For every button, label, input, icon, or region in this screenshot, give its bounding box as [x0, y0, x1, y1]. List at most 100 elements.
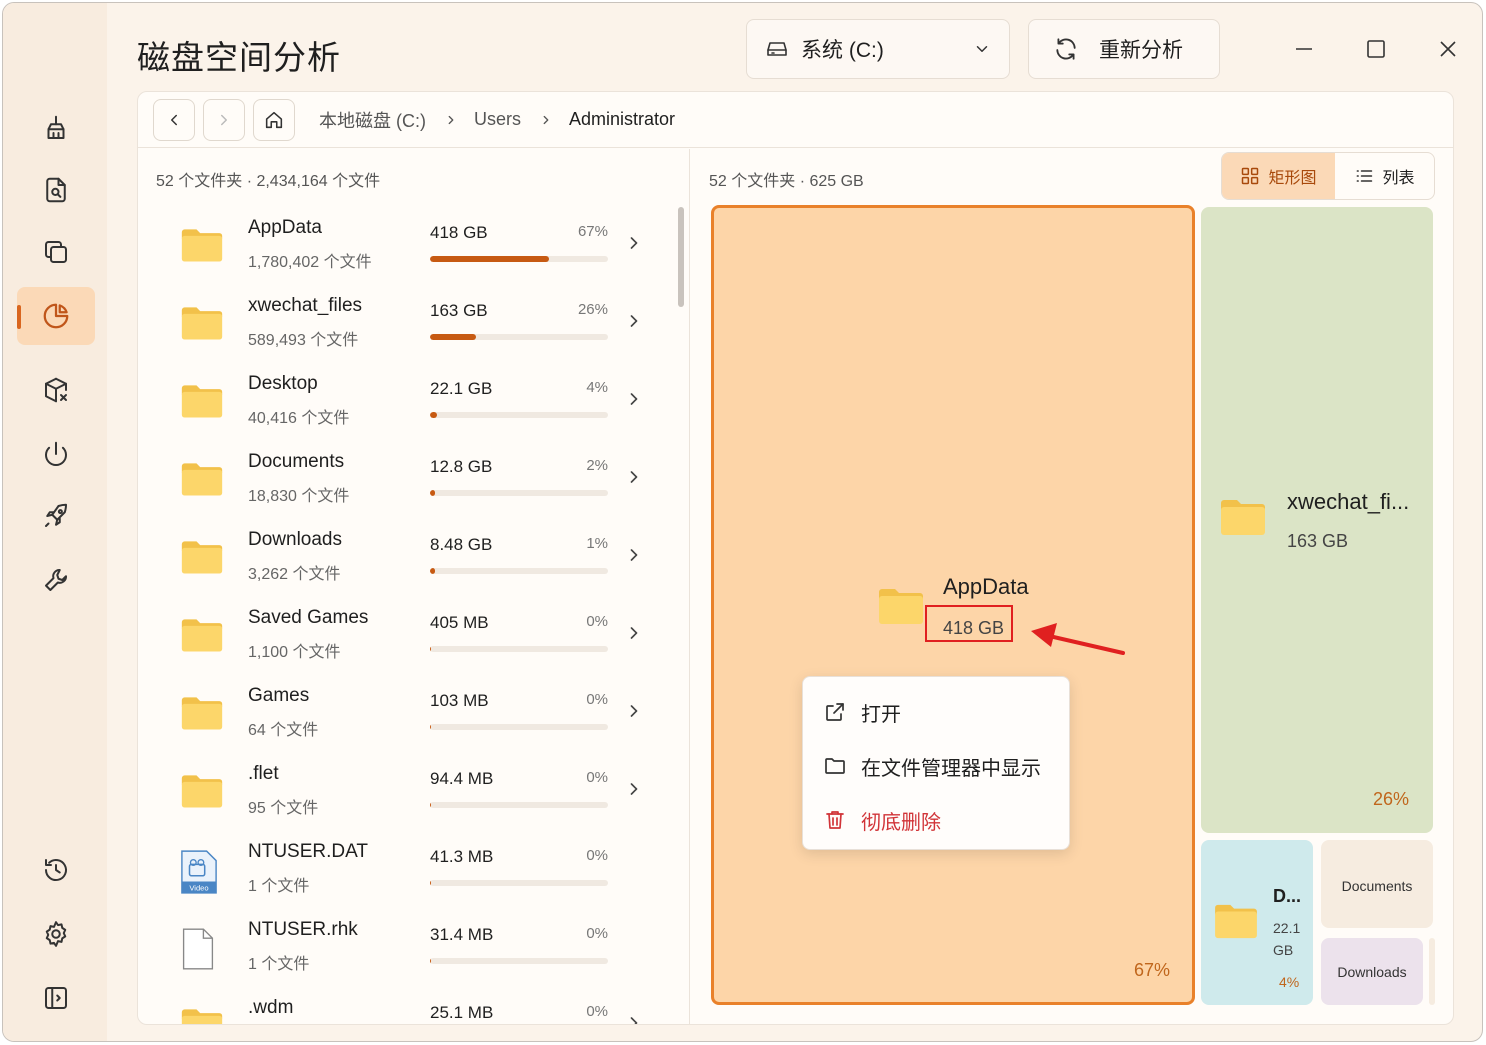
close-button[interactable] [1425, 27, 1471, 71]
item-size: 405 MB [430, 613, 489, 632]
hard-drive-icon [767, 42, 787, 56]
folder-icon [180, 459, 224, 503]
treemap-tile-documents[interactable]: Documents [1321, 840, 1433, 928]
forward-button[interactable] [203, 98, 245, 141]
item-size: 31.4 MB [430, 925, 494, 944]
app-title: 磁盘空间分析 [137, 39, 341, 76]
list-item[interactable]: .wdm 25.1 MB 0% [168, 997, 648, 1024]
sidebar-item-duplicates[interactable] [17, 223, 95, 281]
chevron-down-icon [976, 46, 988, 52]
breadcrumb-item-drive[interactable]: 本地磁盘 (C:) [319, 107, 426, 133]
sidebar-item-disk-analysis[interactable] [17, 287, 95, 345]
sidebar-item-cleanup[interactable] [17, 99, 95, 157]
item-file-count: 18,830 个文件 [248, 488, 350, 505]
chevron-right-icon [539, 113, 553, 127]
list-item[interactable]: AppData 1,780,402 个文件 418 GB 67% [168, 217, 648, 295]
main-panel: 本地磁盘 (C:) Users Administrator 52 个文件夹 · … [137, 91, 1454, 1025]
item-size: 22.1 GB [430, 379, 493, 398]
item-name: NTUSER.rhk [248, 919, 358, 940]
view-list-button[interactable]: 列表 [1335, 153, 1434, 199]
menu-item-delete[interactable]: 彻底删除 [823, 805, 941, 835]
item-size: 12.8 GB [430, 457, 493, 476]
sidebar-item-tools[interactable] [17, 551, 95, 609]
sidebar-item-settings[interactable] [17, 905, 95, 963]
tile-name: Downloads [1337, 964, 1407, 980]
usage-bar-fill [430, 412, 438, 418]
list-item[interactable]: Downloads 3,262 个文件 8.48 GB 1% [168, 529, 648, 607]
drive-selector[interactable]: 系统 (C:) [746, 19, 1010, 79]
chevron-right-icon[interactable] [624, 779, 644, 799]
home-button[interactable] [253, 98, 295, 141]
chevron-right-icon[interactable] [624, 467, 644, 487]
treemap-summary: 52 个文件夹 · 625 GB [709, 173, 864, 190]
chevron-right-icon[interactable] [624, 545, 644, 565]
sidebar-item-boost[interactable] [17, 487, 95, 545]
treemap-tile-xwechat[interactable]: xwechat_fi... 163 GB 26% [1201, 207, 1433, 833]
tile-name: AppData [943, 574, 1029, 599]
minimize-button[interactable] [1281, 27, 1327, 71]
menu-item-open[interactable]: 打开 [823, 697, 901, 727]
drive-selector-label: 系统 (C:) [801, 39, 884, 62]
list-item[interactable]: .flet 95 个文件 94.4 MB 0% [168, 763, 648, 841]
item-file-count: 95 个文件 [248, 800, 319, 817]
chevron-left-icon [171, 114, 177, 125]
item-size: 163 GB [430, 301, 488, 320]
treemap-tile-more[interactable] [1429, 938, 1435, 1005]
sidebar-item-startup[interactable] [17, 425, 95, 483]
item-percent: 67% [577, 223, 608, 240]
package-remove-icon [45, 377, 67, 403]
usage-bar [430, 724, 608, 730]
reanalyze-button[interactable]: 重新分析 [1028, 19, 1220, 79]
treemap-tile-downloads[interactable]: Downloads [1321, 938, 1423, 1005]
list-item[interactable]: Video NTUSER.DAT 1 个文件 41.3 MB 0% [168, 841, 648, 919]
close-icon [1440, 41, 1456, 57]
view-treemap-button[interactable]: 矩形图 [1222, 153, 1335, 199]
treemap-tile-desktop[interactable]: D... 22.1 GB 4% [1201, 840, 1313, 1005]
usage-bar-fill [430, 490, 436, 496]
tile-size-unit: GB [1273, 942, 1294, 958]
folder-icon [180, 381, 224, 425]
annotation-highlight-box [925, 605, 1013, 642]
list-item[interactable]: Games 64 个文件 103 MB 0% [168, 685, 648, 763]
chevron-right-icon[interactable] [624, 311, 644, 331]
sidebar-item-history[interactable] [17, 841, 95, 899]
folder-icon [879, 589, 923, 624]
folder-icon [180, 1005, 224, 1024]
menu-item-show-in-explorer[interactable]: 在文件管理器中显示 [823, 751, 1041, 781]
external-link-icon [826, 703, 844, 721]
breadcrumb: 本地磁盘 (C:) Users Administrator [138, 92, 1453, 148]
list-scrollbar[interactable] [678, 207, 684, 307]
list-item[interactable]: NTUSER.rhk 1 个文件 31.4 MB 0% [168, 919, 648, 997]
item-file-count: 1,100 个文件 [248, 644, 341, 661]
breadcrumb-item-users[interactable]: Users [474, 109, 521, 130]
item-size: 25.1 MB [430, 1003, 494, 1022]
sidebar-item-uninstall[interactable] [17, 361, 95, 419]
back-button[interactable] [153, 98, 195, 141]
rocket-icon [45, 503, 67, 527]
list-item[interactable]: Desktop 40,416 个文件 22.1 GB 4% [168, 373, 648, 451]
chevron-right-icon[interactable] [624, 389, 644, 409]
list-item[interactable]: Saved Games 1,100 个文件 405 MB 0% [168, 607, 648, 685]
usage-bar [430, 256, 608, 262]
list-icon [1357, 170, 1373, 182]
tile-percent: 67% [1134, 960, 1171, 980]
reanalyze-label: 重新分析 [1099, 39, 1183, 62]
chevron-right-icon[interactable] [624, 233, 644, 253]
chevron-right-icon[interactable] [624, 623, 644, 643]
grid-icon [1242, 167, 1259, 185]
maximize-button[interactable] [1353, 27, 1399, 71]
sidebar-toggle[interactable] [17, 969, 95, 1027]
chevron-right-icon[interactable] [624, 701, 644, 721]
item-file-count: 589,493 个文件 [248, 332, 359, 349]
list-item[interactable]: Documents 18,830 个文件 12.8 GB 2% [168, 451, 648, 529]
sidebar-item-file-search[interactable] [17, 161, 95, 219]
tile-name: Documents [1341, 878, 1413, 894]
tile-percent: 26% [1373, 789, 1410, 809]
item-percent: 0% [586, 1003, 608, 1020]
video-file-icon: Video [180, 849, 224, 894]
chevron-right-icon[interactable] [624, 1013, 644, 1024]
list-item[interactable]: xwechat_files 589,493 个文件 163 GB 26% [168, 295, 648, 373]
treemap-pane: 52 个文件夹 · 625 GB 矩形图 列表 AppData 418 GB 6… [691, 149, 1453, 1024]
gear-icon [45, 921, 67, 947]
menu-item-show-label: 在文件管理器中显示 [861, 757, 1041, 780]
